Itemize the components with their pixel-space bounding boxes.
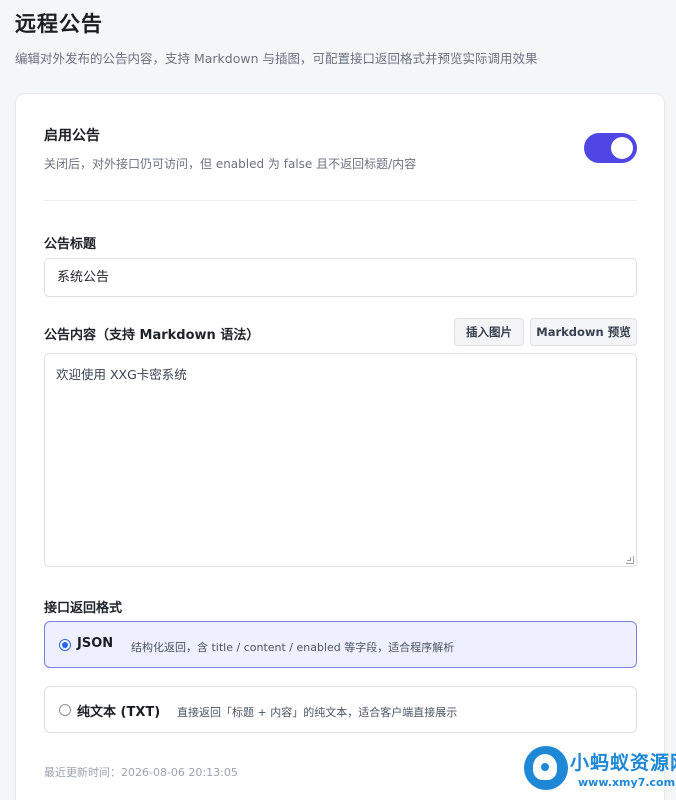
- watermark-url: www.xmy7.com: [578, 776, 676, 789]
- announcement-card: 启用公告 关闭后，对外接口仍可访问，但 enabled 为 false 且不返回…: [15, 93, 665, 800]
- option-name-json: JSON: [77, 636, 114, 651]
- option-name-txt: 纯文本 (TXT): [77, 705, 161, 720]
- enable-description: 关闭后，对外接口仍可访问，但 enabled 为 false 且不返回标题/内容: [44, 157, 417, 171]
- watermark: 小蚂蚁资源网 www.xmy7.com: [524, 746, 676, 800]
- content-label: 公告内容（支持 Markdown 语法）: [44, 328, 260, 343]
- radio-checked-icon[interactable]: [59, 639, 71, 651]
- enable-title: 启用公告: [44, 128, 100, 144]
- content-textarea[interactable]: 欢迎使用 XXG卡密系统: [44, 353, 637, 567]
- resize-grip-icon[interactable]: [626, 556, 634, 564]
- format-option-json[interactable]: JSON 结构化返回，含 title / content / enabled 等…: [44, 621, 637, 668]
- ant-logo-icon: [524, 746, 568, 790]
- format-option-txt[interactable]: 纯文本 (TXT) 直接返回「标题 + 内容」的纯文本，适合客户端直接展示: [44, 686, 637, 733]
- page-title: 远程公告: [15, 12, 103, 36]
- content-text: 欢迎使用 XXG卡密系统: [56, 367, 187, 382]
- title-label: 公告标题: [44, 237, 97, 252]
- option-desc-txt: 直接返回「标题 + 内容」的纯文本，适合客户端直接展示: [177, 706, 458, 719]
- title-input[interactable]: 系统公告: [44, 258, 637, 297]
- watermark-name: 小蚂蚁资源网: [570, 752, 676, 774]
- option-desc-json: 结构化返回，含 title / content / enabled 等字段，适合…: [131, 641, 455, 654]
- divider: [44, 200, 637, 201]
- last-updated: 最近更新时间：2026-08-06 20:13:05: [44, 766, 238, 779]
- page-subtitle: 编辑对外发布的公告内容，支持 Markdown 与插图，可配置接口返回格式并预览…: [15, 51, 538, 66]
- page: 远程公告 编辑对外发布的公告内容，支持 Markdown 与插图，可配置接口返回…: [0, 0, 676, 800]
- radio-unchecked-icon[interactable]: [59, 704, 71, 716]
- enable-toggle[interactable]: [584, 133, 637, 163]
- toggle-knob: [611, 137, 633, 159]
- radio-dot: [62, 642, 68, 648]
- markdown-preview-button[interactable]: Markdown 预览: [530, 318, 637, 346]
- format-label: 接口返回格式: [44, 601, 123, 616]
- insert-image-button[interactable]: 插入图片: [454, 318, 524, 346]
